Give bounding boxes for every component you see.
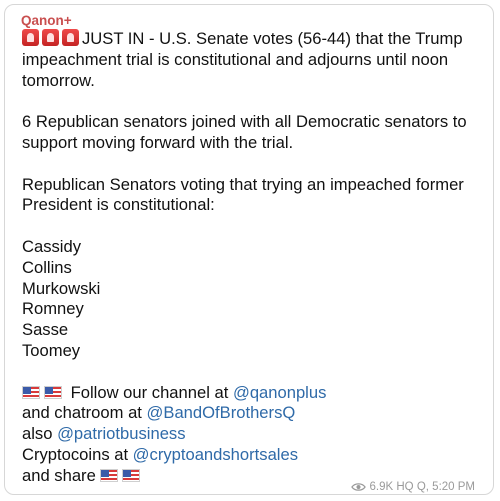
senator-name: Sasse: [22, 320, 69, 340]
crypto-link[interactable]: @cryptoandshortsales: [133, 445, 298, 464]
chatroom-line: and chatroom at @BandOfBrothersQ: [22, 403, 492, 424]
senator-name: Collins: [22, 257, 72, 277]
senator-name: Murkowski: [22, 278, 101, 298]
message-text: JUST IN - U.S. Senate votes (56-44) that…: [22, 29, 492, 487]
headline-line: JUST IN - U.S. Senate votes (56-44) that…: [22, 29, 492, 50]
channel-link[interactable]: @qanonplus: [233, 383, 326, 402]
crypto-text: Cryptocoins at: [22, 444, 133, 464]
us-flag-icon: [22, 385, 40, 399]
eye-icon: [350, 483, 366, 491]
us-flag-icon: [100, 468, 119, 482]
also-line: also @patriotbusiness: [22, 424, 492, 445]
us-flag-icon: [122, 468, 141, 482]
message-line: tomorrow.: [22, 70, 95, 90]
also-text: also: [22, 424, 58, 444]
siren-icon: [42, 29, 59, 46]
patriotbusiness-link[interactable]: @patriotbusiness: [57, 424, 185, 443]
message-line: President is constitutional:: [22, 195, 215, 215]
headline-text: JUST IN - U.S. Senate votes (56-44) that…: [82, 29, 463, 48]
chatroom-text: and chatroom at: [22, 403, 147, 423]
message-meta: 6.9K HQ Q, 5:20 PM: [350, 481, 475, 493]
view-count: 6.9K: [369, 481, 394, 493]
senator-name: Cassidy: [22, 236, 82, 256]
siren-icon: [62, 29, 79, 46]
message-bubble: Qanon+ JUST IN - U.S. Senate votes (56-4…: [4, 4, 494, 495]
message-line: 6 Republican senators joined with all De…: [22, 112, 467, 132]
message-line: impeachment trial is constitutional and …: [22, 49, 449, 69]
senator-name: Toomey: [22, 340, 81, 360]
crypto-line: Cryptocoins at @cryptoandshortsales: [22, 445, 492, 466]
follow-line: Follow our channel at @qanonplus: [22, 383, 492, 404]
channel-name[interactable]: Qanon+: [21, 13, 72, 28]
senator-name: Romney: [22, 299, 84, 319]
message-line: support moving forward with the trial.: [22, 132, 294, 152]
post-author: HQ Q,: [396, 481, 429, 493]
share-text: and share: [22, 465, 96, 485]
post-time: 5:20 PM: [432, 481, 475, 493]
follow-text: Follow our channel at: [70, 382, 233, 402]
message-line: Republican Senators voting that trying a…: [22, 174, 464, 194]
siren-icon: [22, 29, 39, 46]
us-flag-icon: [44, 385, 62, 399]
chatroom-link[interactable]: @BandOfBrothersQ: [147, 403, 296, 422]
